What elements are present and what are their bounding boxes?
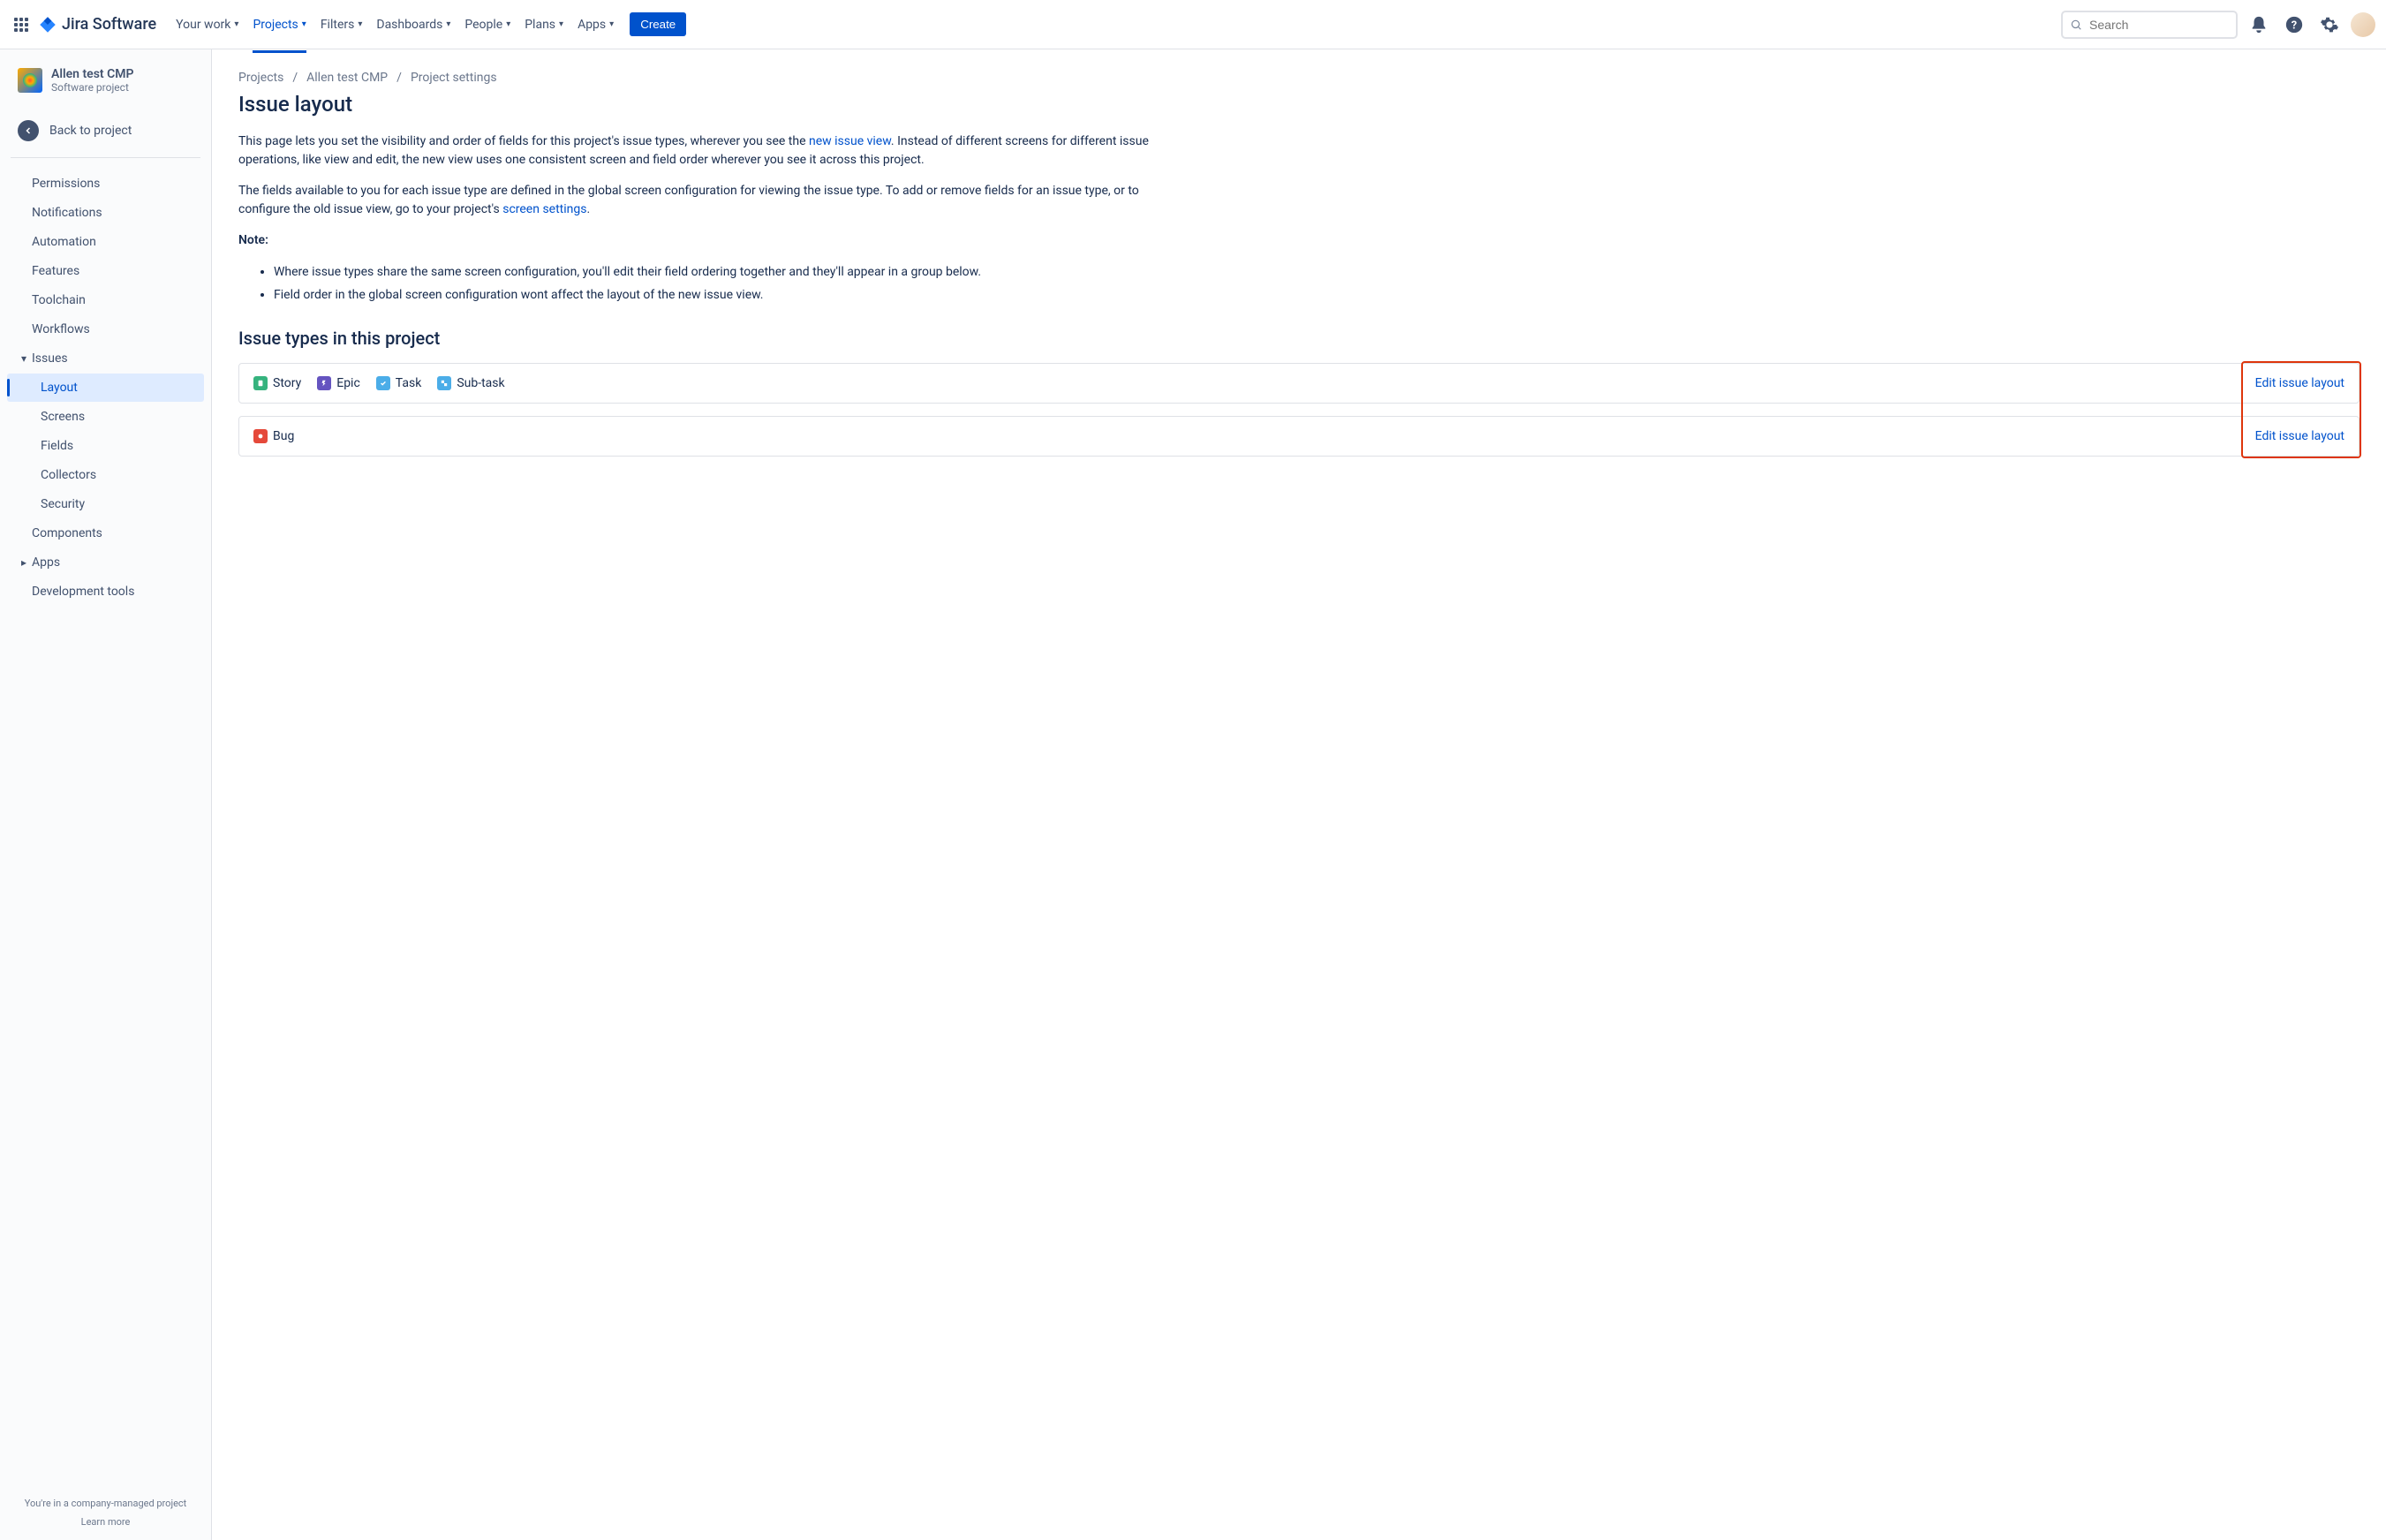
project-name: Allen test CMP xyxy=(51,67,133,81)
learn-more-link[interactable]: Learn more xyxy=(9,1516,202,1528)
breadcrumb-item[interactable]: Project settings xyxy=(411,71,497,85)
sidebar-footer: You're in a company-managed project Lear… xyxy=(0,1485,211,1540)
note-item: Where issue types share the same screen … xyxy=(274,262,2360,283)
chevron-down-icon: ▾ xyxy=(302,19,306,29)
epic-icon xyxy=(317,376,331,390)
page-title: Issue layout xyxy=(238,92,2360,117)
description-2: The fields available to you for each iss… xyxy=(238,182,1174,219)
sidebar-item-collectors[interactable]: Collectors xyxy=(7,461,204,489)
chevron-down-icon: ▾ xyxy=(609,19,614,29)
nav-items: Your work▾Projects▾Filters▾Dashboards▾Pe… xyxy=(170,11,2061,39)
chevron-down-icon: ▾ xyxy=(16,352,32,365)
issue-type-epic: Epic xyxy=(317,376,360,390)
issue-type-rows: StoryEpicTaskSub-taskEdit issue layoutBu… xyxy=(238,363,2360,457)
edit-issue-layout-link[interactable]: Edit issue layout xyxy=(2255,376,2344,390)
nav-right: ? xyxy=(2061,11,2375,39)
nav-item-your-work[interactable]: Your work▾ xyxy=(170,11,244,39)
nav-item-people[interactable]: People▾ xyxy=(459,11,516,39)
task-icon xyxy=(376,376,390,390)
chevron-down-icon: ▾ xyxy=(234,19,238,29)
divider xyxy=(11,157,200,158)
nav-item-dashboards[interactable]: Dashboards▾ xyxy=(371,11,456,39)
chevron-down-icon: ▾ xyxy=(446,19,450,29)
app-switcher-icon[interactable] xyxy=(11,14,32,35)
footer-text: You're in a company-managed project xyxy=(25,1498,187,1509)
back-to-project[interactable]: Back to project xyxy=(0,111,211,150)
nav-item-projects[interactable]: Projects▾ xyxy=(247,11,311,39)
bug-icon xyxy=(253,429,268,443)
back-arrow-icon xyxy=(18,120,39,141)
top-navigation: Jira Software Your work▾Projects▾Filters… xyxy=(0,0,2386,49)
sidebar-item-apps[interactable]: ▸Apps xyxy=(7,548,204,577)
help-icon[interactable]: ? xyxy=(2280,11,2308,39)
search-box[interactable] xyxy=(2061,11,2238,39)
issue-type-row: Story Epic Task Sub-task Edit issue layout xyxy=(238,363,2360,404)
search-icon xyxy=(2070,18,2082,32)
jira-logo[interactable]: Jira Software xyxy=(39,15,156,34)
issue-type-subtask: Sub-task xyxy=(437,376,504,390)
project-header: Allen test CMP Software project xyxy=(0,49,211,102)
sidebar-item-layout[interactable]: Layout xyxy=(7,374,204,402)
edit-issue-layout-link[interactable]: Edit issue layout xyxy=(2255,429,2344,443)
nav-item-apps[interactable]: Apps▾ xyxy=(572,11,619,39)
new-issue-view-link[interactable]: new issue view xyxy=(809,134,891,148)
description-1: This page lets you set the visibility an… xyxy=(238,132,1174,170)
sidebar-item-fields[interactable]: Fields xyxy=(7,432,204,460)
search-input[interactable] xyxy=(2089,18,2229,32)
sidebar-item-permissions[interactable]: Permissions xyxy=(7,170,204,198)
jira-diamond-icon xyxy=(39,16,57,34)
back-label: Back to project xyxy=(49,124,132,138)
issue-type-bug: Bug xyxy=(253,429,294,443)
issue-type-task: Task xyxy=(376,376,422,390)
sidebar-item-security[interactable]: Security xyxy=(7,490,204,518)
sidebar-item-notifications[interactable]: Notifications xyxy=(7,199,204,227)
sidebar-item-issues[interactable]: ▾Issues xyxy=(7,344,204,373)
settings-icon[interactable] xyxy=(2315,11,2344,39)
sidebar-items: PermissionsNotificationsAutomationFeatur… xyxy=(0,165,211,1485)
sidebar-item-toolchain[interactable]: Toolchain xyxy=(7,286,204,314)
chevron-right-icon: ▸ xyxy=(16,556,32,569)
note-item: Field order in the global screen configu… xyxy=(274,285,2360,306)
breadcrumb-item[interactable]: Allen test CMP xyxy=(306,71,388,85)
main-content: Projects/Allen test CMP/Project settings… xyxy=(212,49,2386,1540)
notifications-icon[interactable] xyxy=(2245,11,2273,39)
svg-text:?: ? xyxy=(2292,19,2297,32)
sidebar-item-components[interactable]: Components xyxy=(7,519,204,547)
nav-item-plans[interactable]: Plans▾ xyxy=(519,11,569,39)
issue-type-story: Story xyxy=(253,376,301,390)
section-title: Issue types in this project xyxy=(238,328,2360,349)
logo-text: Jira Software xyxy=(62,15,156,34)
chevron-down-icon: ▾ xyxy=(358,19,362,29)
issue-type-row: Bug Edit issue layout xyxy=(238,416,2360,457)
user-avatar[interactable] xyxy=(2351,12,2375,37)
project-icon xyxy=(18,68,42,93)
nav-item-filters[interactable]: Filters▾ xyxy=(315,11,368,39)
sidebar-item-automation[interactable]: Automation xyxy=(7,228,204,256)
note-label: Note: xyxy=(238,231,1174,250)
sidebar-item-workflows[interactable]: Workflows xyxy=(7,315,204,343)
project-type: Software project xyxy=(51,81,133,94)
story-icon xyxy=(253,376,268,390)
note-list: Where issue types share the same screen … xyxy=(274,262,2360,306)
screen-settings-link[interactable]: screen settings xyxy=(502,202,586,216)
chevron-down-icon: ▾ xyxy=(506,19,510,29)
chevron-down-icon: ▾ xyxy=(559,19,563,29)
sidebar-item-screens[interactable]: Screens xyxy=(7,403,204,431)
sidebar: Allen test CMP Software project Back to … xyxy=(0,49,212,1540)
breadcrumb: Projects/Allen test CMP/Project settings xyxy=(238,71,2360,85)
create-button[interactable]: Create xyxy=(630,12,686,36)
breadcrumb-item[interactable]: Projects xyxy=(238,71,283,85)
subtask-icon xyxy=(437,376,451,390)
sidebar-item-features[interactable]: Features xyxy=(7,257,204,285)
sidebar-item-development-tools[interactable]: Development tools xyxy=(7,578,204,606)
